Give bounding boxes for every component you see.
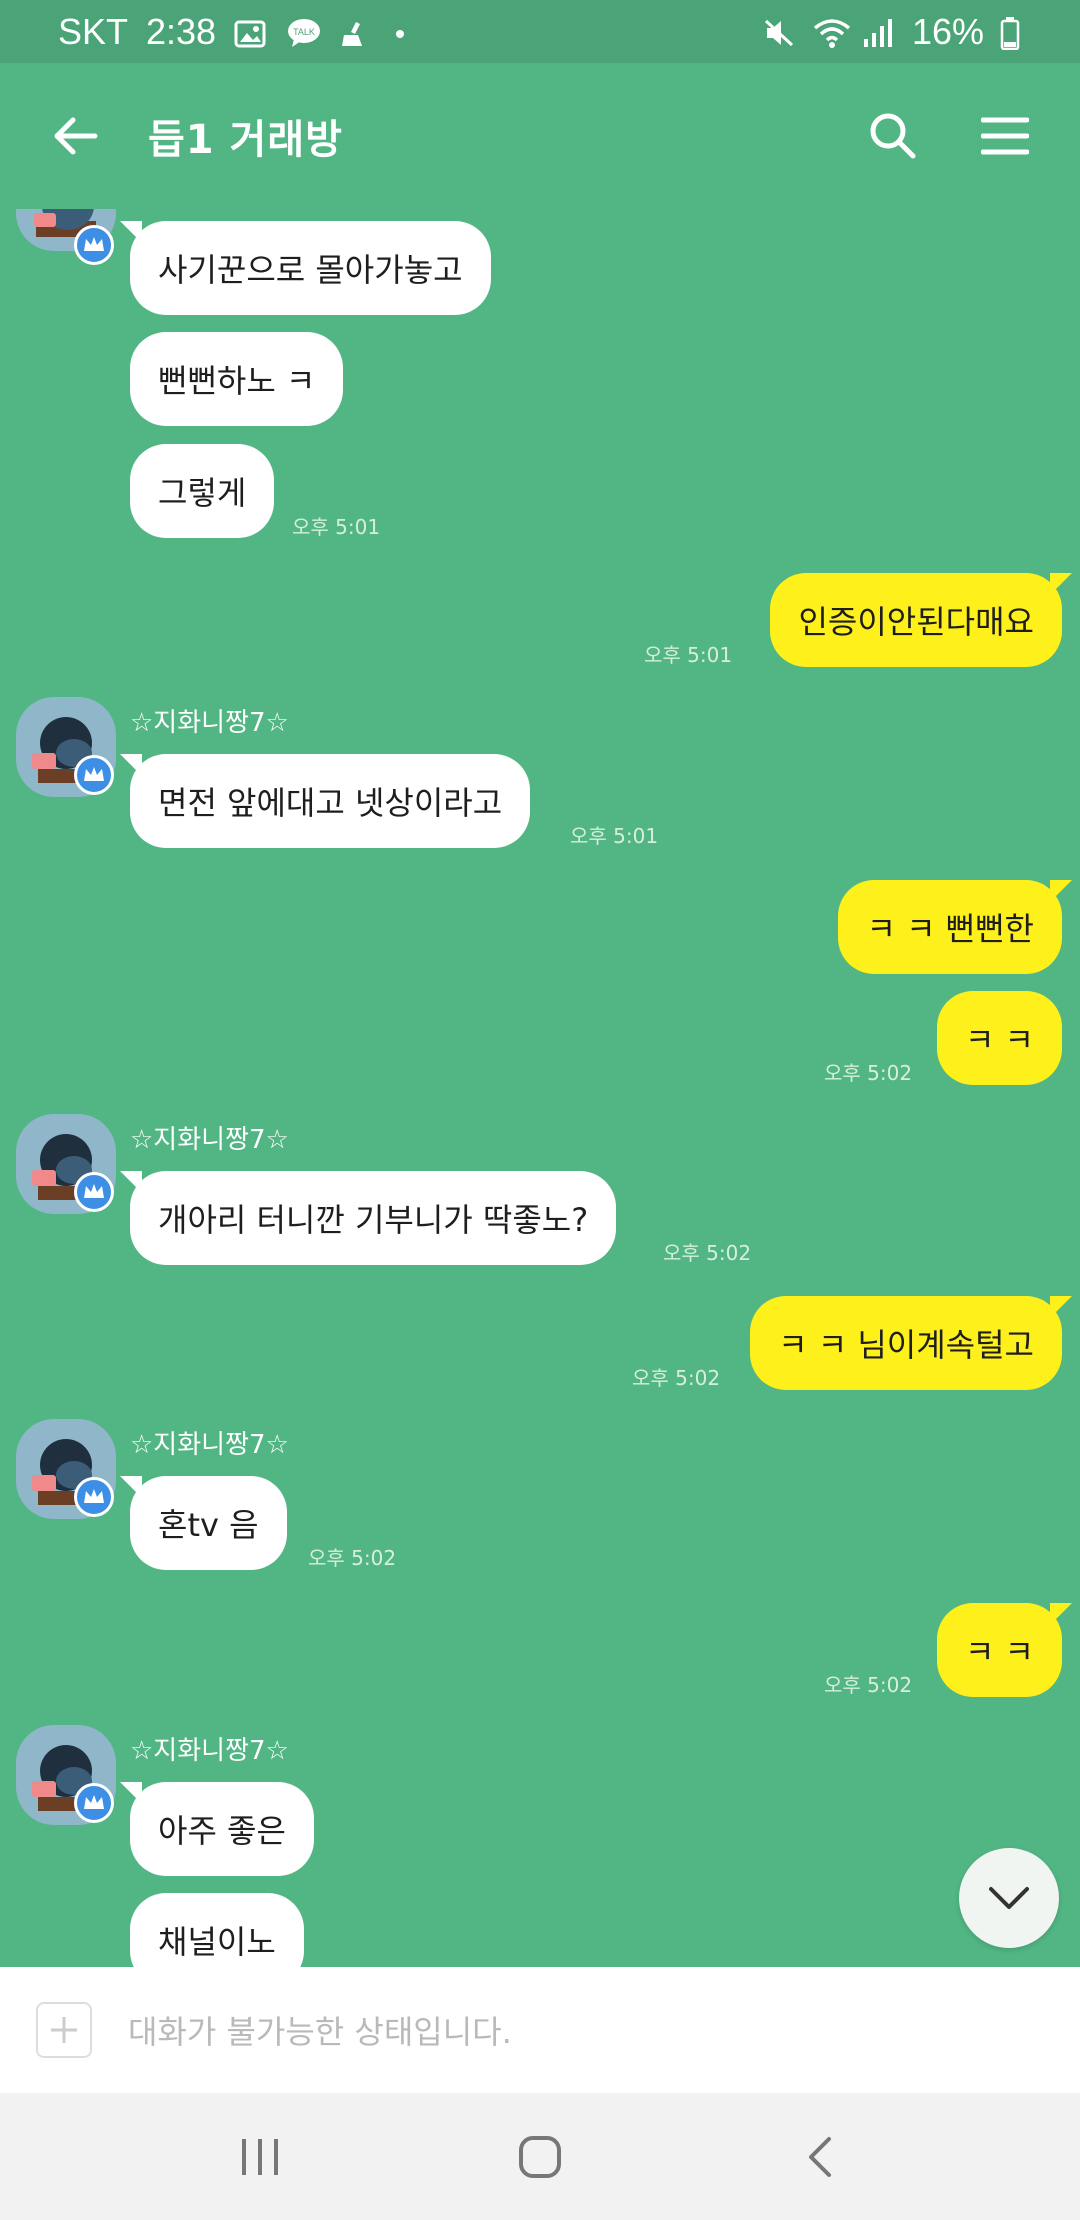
message-time: 오후 5:02 (824, 1673, 913, 1697)
cleaner-icon (338, 16, 372, 48)
recent-apps-button[interactable] (220, 2117, 300, 2197)
outgoing-message[interactable]: ㅋ ㅋ 뻔뻔한 (838, 880, 1072, 974)
crown-badge-icon (74, 1477, 114, 1517)
message-text: 인증이안된다매요 (798, 603, 1034, 641)
message-text: 채널이노 (158, 1923, 276, 1961)
message-text: ㅋ ㅋ (964, 1633, 1034, 1671)
home-button[interactable] (500, 2117, 580, 2197)
more-notifications-dot (390, 16, 424, 48)
crown-badge-icon (74, 225, 114, 265)
system-navigation-bar (0, 2093, 1080, 2220)
attach-button[interactable] (36, 2002, 92, 2058)
menu-button[interactable] (972, 103, 1038, 169)
scroll-to-bottom-button[interactable] (959, 1848, 1059, 1948)
message-time: 오후 5:01 (292, 515, 381, 539)
back-arrow-icon (54, 117, 98, 155)
outgoing-message[interactable]: 인증이안된다매요 (770, 573, 1072, 667)
crown-badge-icon (74, 1172, 114, 1212)
incoming-message[interactable]: 혼tv 음 (120, 1476, 287, 1570)
back-chevron-icon (809, 2136, 831, 2177)
message-time: 오후 5:02 (632, 1366, 721, 1390)
gallery-icon (234, 16, 268, 48)
message-text: 면전 앞에대고 넷상이라고 (158, 784, 503, 822)
home-icon (519, 2135, 561, 2178)
crown-badge-icon (74, 755, 114, 795)
wifi-icon (812, 16, 851, 48)
crown-badge-icon (74, 1783, 114, 1823)
message-text: ㅋ ㅋ 뻔뻔한 (866, 910, 1034, 948)
incoming-message[interactable]: 그렇게 (130, 444, 275, 538)
plus-icon (51, 2017, 77, 2043)
battery-percent: 16% (911, 10, 984, 52)
chat-message-list[interactable]: 사기꾼으로 몰아가놓고 뻔뻔하노 ㅋ 그렇게 오후 5:01 인증이안된다매요 … (0, 209, 1080, 1967)
mute-icon (762, 16, 796, 48)
chat-room-title: 듭1 거래방 (148, 117, 343, 163)
recent-apps-icon (242, 2138, 278, 2175)
message-text: 사기꾼으로 몰아가놓고 (158, 251, 463, 289)
message-text: ㅋ ㅋ 님이계속털고 (778, 1326, 1034, 1364)
clock: 2:38 (146, 10, 217, 52)
incoming-message[interactable]: 아주 좋은 (120, 1782, 314, 1876)
system-back-button[interactable] (780, 2117, 860, 2197)
sender-name: ☆지화니짱7☆ (130, 1430, 289, 1460)
message-text: 개아리 터니깐 기부니가 딱좋노? (158, 1201, 589, 1239)
message-time: 오후 5:02 (663, 1241, 752, 1265)
incoming-message[interactable]: 뻔뻔하노 ㅋ (130, 332, 344, 426)
message-text: ㅋ ㅋ (964, 1021, 1034, 1059)
message-text: 뻔뻔하노 ㅋ (158, 362, 316, 400)
incoming-message[interactable]: 채널이노 (130, 1893, 304, 1967)
carrier-label: SKT (58, 10, 129, 52)
search-icon (870, 113, 916, 159)
chat-header: 듭1 거래방 (0, 63, 1080, 209)
outgoing-message[interactable]: ㅋ ㅋ (936, 1603, 1073, 1697)
message-time: 오후 5:02 (824, 1061, 913, 1085)
message-time: 오후 5:01 (570, 824, 659, 848)
outgoing-message[interactable]: ㅋ ㅋ 님이계속털고 (750, 1296, 1072, 1390)
status-bar: SKT 2:38 TALK 16% (0, 0, 1080, 63)
incoming-message[interactable]: 면전 앞에대고 넷상이라고 (119, 754, 531, 848)
incoming-message[interactable]: 사기꾼으로 몰아가놓고 (120, 221, 491, 315)
search-button[interactable] (860, 103, 926, 169)
sender-name: ☆지화니짱7☆ (130, 1125, 289, 1155)
back-button[interactable] (42, 103, 108, 169)
input-disabled-placeholder: 대화가 불가능한 상태입니다. (128, 2013, 512, 2051)
message-time: 오후 5:01 (644, 643, 733, 667)
svg-text:TALK: TALK (293, 27, 315, 37)
signal-icon (862, 16, 896, 48)
message-text: 아주 좋은 (158, 1812, 286, 1850)
chevron-down-icon (989, 1887, 1029, 1909)
sender-name: ☆지화니짱7☆ (130, 1736, 289, 1766)
message-time: 오후 5:02 (308, 1546, 397, 1570)
message-text: 혼tv 음 (158, 1506, 259, 1544)
message-text: 그렇게 (158, 474, 247, 512)
sender-name: ☆지화니짱7☆ (130, 708, 289, 738)
incoming-message[interactable]: 개아리 터니깐 기부니가 딱좋노? (119, 1171, 617, 1265)
outgoing-message[interactable]: ㅋ ㅋ (936, 991, 1062, 1085)
hamburger-menu-icon (981, 117, 1029, 155)
battery-icon (1000, 16, 1022, 50)
message-input-bar: 대화가 불가능한 상태입니다. (0, 1967, 1080, 2093)
talk-notification-icon: TALK (286, 16, 321, 48)
